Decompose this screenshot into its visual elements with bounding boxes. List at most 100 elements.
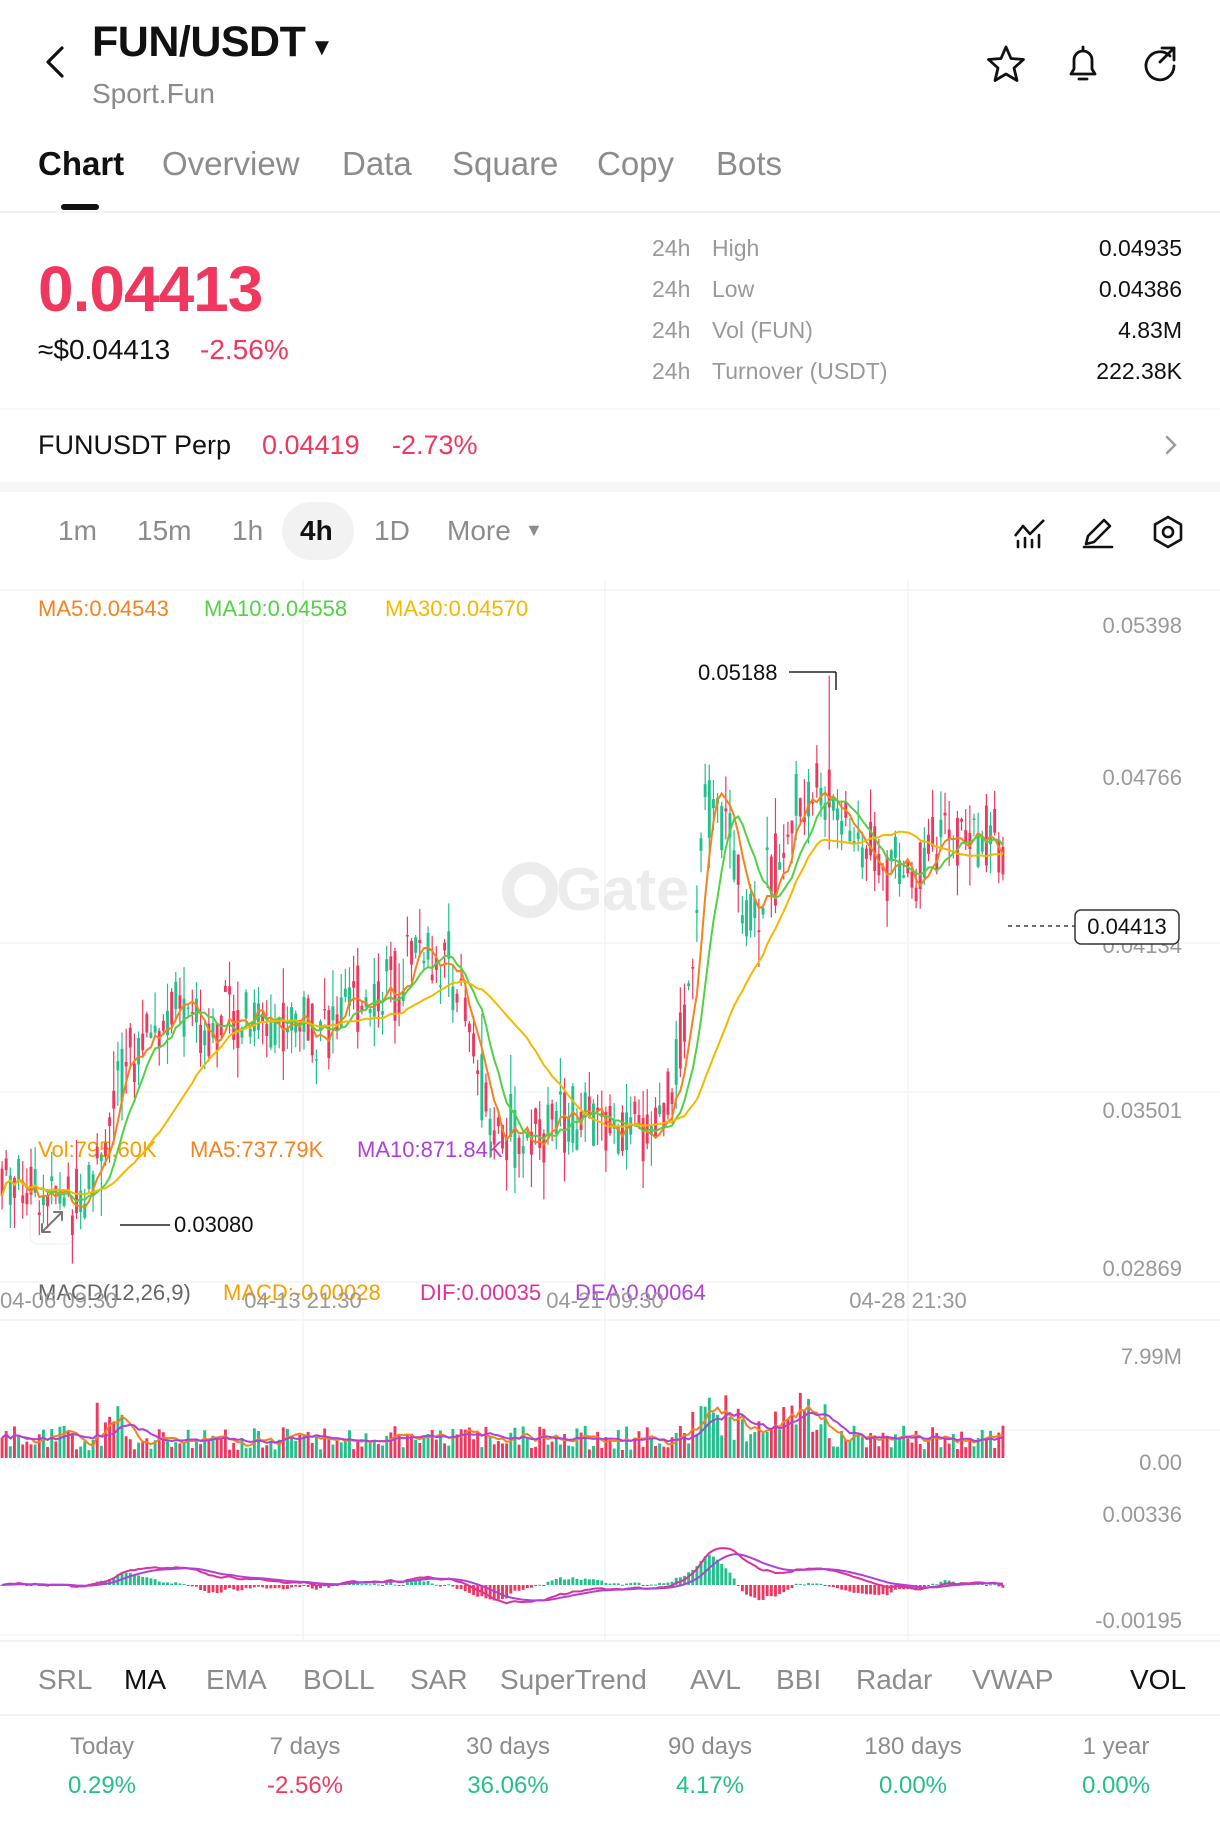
stat-label-vol: Vol (FUN) [712,317,813,343]
pair-subtitle: Sport.Fun [92,78,215,109]
macd-histogram-bar [852,1585,856,1593]
candle-body [410,940,413,965]
pair-dropdown-icon[interactable]: ▼ [310,34,334,62]
volume-bar [290,1436,294,1458]
candle-body [521,1146,525,1154]
candle-body [25,1192,29,1205]
macd-histogram-bar [620,1584,624,1586]
volume-bar [753,1432,757,1458]
volume-bar [223,1429,227,1458]
low-annotation: 0.03080 [174,1212,254,1237]
legend-vol-ma5: MA5:737.79K [190,1137,324,1162]
tab-square[interactable]: Square [452,145,558,183]
volume-bar [381,1445,385,1458]
divider [0,211,1220,213]
share-icon[interactable] [1140,44,1180,84]
macd-histogram-bar [153,1579,157,1585]
candle-body [124,1062,128,1067]
macd-histogram-bar [786,1585,790,1590]
candle-body [327,1010,331,1059]
macd-histogram-bar [166,1582,169,1585]
tab-data[interactable]: Data [342,145,412,183]
macd-histogram-bar [149,1578,153,1585]
candle-body [381,1011,385,1015]
volume-bar [83,1441,87,1458]
macd-histogram-bar [501,1585,504,1599]
interval-1m[interactable]: 1m [58,515,97,547]
indicator-icon[interactable] [1012,514,1048,550]
star-icon[interactable] [986,44,1026,84]
volume-bar [273,1449,277,1458]
candle-body [385,959,389,972]
interval-4h[interactable]: 4h [300,515,333,547]
macd-histogram-bar [579,1579,583,1585]
indicator-boll[interactable]: BOLL [303,1664,375,1696]
macd-histogram-bar [538,1584,542,1586]
interval-15m[interactable]: 15m [137,515,191,547]
indicator-ma[interactable]: MA [124,1664,166,1696]
indicator-vol[interactable]: VOL [1130,1664,1186,1696]
indicator-supertrend[interactable]: SuperTrend [500,1664,647,1696]
stat-period: 24h [652,317,691,343]
back-arrow-icon[interactable] [38,44,74,80]
candle-body [418,939,422,944]
volume-bar [910,1442,914,1458]
macd-histogram-bar [207,1585,211,1593]
volume-bar [993,1447,997,1458]
macd-histogram-bar [732,1578,736,1585]
indicator-avl[interactable]: AVL [690,1664,741,1696]
tab-copy[interactable]: Copy [597,145,674,183]
macd-histogram-bar [873,1585,877,1595]
interval-1h[interactable]: 1h [232,515,263,547]
candle-body [836,808,839,821]
macd-histogram-bar [509,1585,513,1594]
volume-bar [128,1439,132,1458]
kline-chart[interactable]: Gate MA5:0.04543 MA10:0.04558 MA30:0.045… [0,580,1220,1640]
candle-body [794,773,798,816]
settings-icon[interactable] [1150,514,1186,550]
macd-histogram-bar [629,1582,633,1585]
indicator-vwap[interactable]: VWAP [972,1664,1053,1696]
macd-histogram-bar [397,1585,401,1586]
tab-chart[interactable]: Chart [38,145,124,183]
candle-body [558,1091,562,1095]
draw-pencil-icon[interactable] [1080,514,1116,550]
tab-overview[interactable]: Overview [162,145,300,183]
candle-body [691,966,695,969]
interval-more[interactable]: More [447,515,511,547]
volume-bar [228,1449,231,1458]
macd-histogram-bar [376,1584,380,1586]
usd-price: ≈$0.04413 [38,334,171,365]
indicator-radar[interactable]: Radar [856,1664,932,1696]
volume-bar [99,1445,103,1458]
expand-chart-icon[interactable] [29,1199,75,1245]
macd-histogram-bar [132,1575,136,1585]
legend-ma5: MA5:0.04543 [38,596,169,621]
volume-bar [728,1416,732,1458]
interval-1d[interactable]: 1D [374,515,410,547]
chevron-right-icon[interactable] [1160,433,1182,457]
macd-histogram-bar [306,1585,310,1587]
more-dropdown-icon[interactable]: ▼ [525,520,543,541]
candle-body [840,820,844,835]
macd-histogram-bar [753,1585,757,1598]
indicator-ema[interactable]: EMA [206,1664,267,1696]
candle-body [893,836,897,858]
volume-bar [236,1449,240,1458]
indicator-srl[interactable]: SRL [38,1664,92,1696]
perp-name[interactable]: FUNUSDT Perp [38,430,231,461]
tab-bots[interactable]: Bots [716,145,782,183]
indicator-sar[interactable]: SAR [410,1664,468,1696]
indicator-bbi[interactable]: BBI [776,1664,821,1696]
volume-bar [769,1429,773,1458]
bell-icon[interactable] [1063,44,1103,84]
macd-histogram-bar [261,1585,265,1588]
macd-histogram-bar [232,1585,236,1590]
volume-bar [980,1429,984,1458]
macd-histogram-bar [790,1585,794,1589]
candle-body [170,991,174,1025]
pair-title[interactable]: FUN/USDT [92,18,306,67]
perf-label: 7 days [269,1733,341,1760]
macd-histogram-bar [186,1585,190,1586]
candle-body [223,985,227,992]
